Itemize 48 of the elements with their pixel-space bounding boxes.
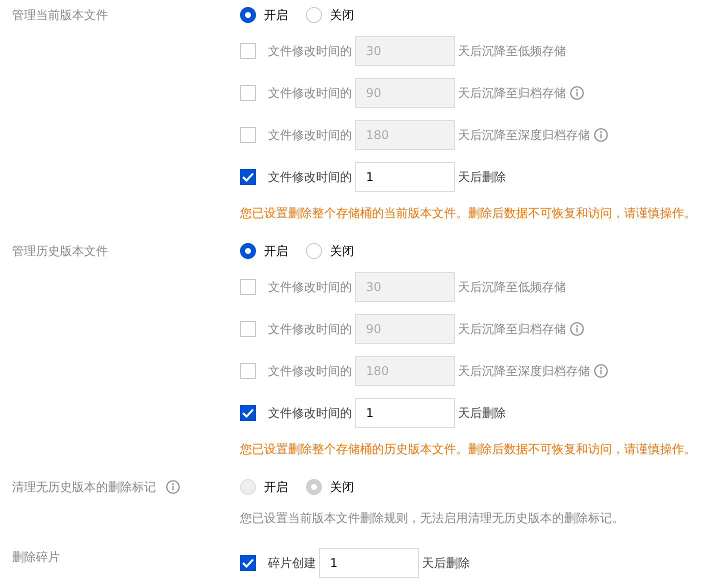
radio-label: 关闭 bbox=[330, 243, 354, 260]
radio-option[interactable]: 开启 bbox=[240, 242, 288, 260]
radio-option[interactable]: 开启 bbox=[240, 6, 288, 24]
info-icon[interactable] bbox=[570, 322, 584, 336]
rule-suffix: 天后删除 bbox=[422, 555, 470, 572]
checkbox[interactable] bbox=[240, 405, 256, 421]
checkbox[interactable] bbox=[240, 169, 256, 185]
info-icon[interactable] bbox=[570, 86, 584, 100]
info-icon[interactable] bbox=[594, 128, 608, 142]
info-icon[interactable] bbox=[166, 480, 180, 494]
rule-label: 文件修改时间的 bbox=[268, 405, 352, 422]
rule-label: 文件修改时间的 bbox=[268, 127, 352, 144]
warning-text: 您已设置删除整个存储桶的当前版本文件。删除后数据不可恢复和访问，请谨慎操作。 bbox=[240, 205, 696, 222]
rule-suffix: 天后沉降至归档存储 bbox=[458, 321, 566, 338]
rule-suffix: 天后沉降至归档存储 bbox=[458, 85, 566, 102]
rule-label: 文件修改时间的 bbox=[268, 279, 352, 296]
rule-label: 文件修改时间的 bbox=[268, 85, 352, 102]
radio-option[interactable]: 关闭 bbox=[306, 242, 354, 260]
radio-circle[interactable] bbox=[240, 7, 256, 23]
rule-label: 文件修改时间的 bbox=[268, 169, 352, 186]
radio-option[interactable]: 关闭 bbox=[306, 6, 354, 24]
radio-label: 关闭 bbox=[330, 479, 354, 496]
info-icon[interactable] bbox=[594, 364, 608, 378]
radio-label: 开启 bbox=[264, 479, 288, 496]
warning-text: 您已设置删除整个存储桶的历史版本文件。删除后数据不可恢复和访问，请谨慎操作。 bbox=[240, 441, 696, 458]
rule-label: 文件修改时间的 bbox=[268, 321, 352, 338]
section-label: 删除碎片 bbox=[12, 549, 60, 566]
radio-label: 开启 bbox=[264, 7, 288, 24]
rule-suffix: 天后沉降至低频存储 bbox=[458, 279, 566, 296]
section-label: 管理历史版本文件 bbox=[12, 243, 108, 260]
days-input[interactable]: 1 bbox=[319, 548, 419, 578]
rule-label: 碎片创建 bbox=[268, 555, 316, 572]
rule-label: 文件修改时间的 bbox=[268, 363, 352, 380]
days-input[interactable]: 1 bbox=[355, 398, 455, 428]
rule-suffix: 天后删除 bbox=[458, 169, 506, 186]
checkbox[interactable] bbox=[240, 555, 256, 571]
rule-label: 文件修改时间的 bbox=[268, 43, 352, 60]
radio-label: 关闭 bbox=[330, 7, 354, 24]
hint-text: 您已设置当前版本文件删除规则，无法启用清理无历史版本的删除标记。 bbox=[240, 510, 624, 527]
rule-suffix: 天后沉降至低频存储 bbox=[458, 43, 566, 60]
radio-circle[interactable] bbox=[240, 243, 256, 259]
days-input[interactable]: 1 bbox=[355, 162, 455, 192]
radio-label: 开启 bbox=[264, 243, 288, 260]
rule-suffix: 天后沉降至深度归档存储 bbox=[458, 363, 590, 380]
section-label: 管理当前版本文件 bbox=[12, 7, 108, 24]
section-label: 清理无历史版本的删除标记 bbox=[12, 479, 156, 496]
rule-suffix: 天后删除 bbox=[458, 405, 506, 422]
rule-suffix: 天后沉降至深度归档存储 bbox=[458, 127, 590, 144]
